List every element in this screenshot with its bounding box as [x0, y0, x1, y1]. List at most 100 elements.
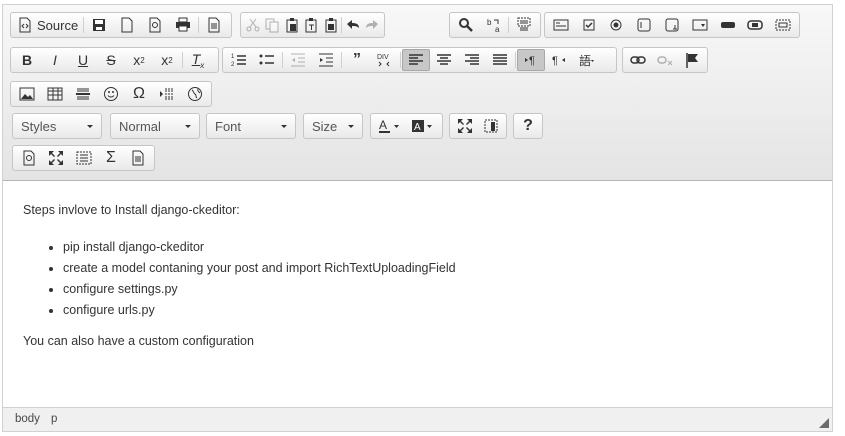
rtl-button[interactable]: ¶	[545, 49, 573, 71]
remove-format-button[interactable]: Tx	[184, 49, 212, 71]
checkbox-icon	[583, 19, 595, 31]
separator	[282, 52, 283, 68]
maximize-button-2[interactable]	[42, 147, 69, 169]
path-p[interactable]: p	[51, 413, 57, 425]
paste-text-button[interactable]	[301, 14, 320, 36]
unlink-button[interactable]	[652, 49, 679, 71]
svg-text:¶: ¶	[552, 55, 558, 67]
print-button[interactable]	[169, 14, 197, 36]
help-group: ?	[513, 113, 543, 139]
svg-text:2: 2	[231, 62, 235, 68]
iframe-button[interactable]	[181, 83, 209, 105]
image-button-button[interactable]	[741, 14, 769, 36]
table-button[interactable]	[41, 83, 69, 105]
text-field-button[interactable]	[630, 14, 658, 36]
code-snippet-button[interactable]	[70, 147, 97, 169]
align-left-button[interactable]	[402, 49, 430, 71]
button-button[interactable]	[714, 14, 742, 36]
numbered-list-button[interactable]: 12	[225, 49, 253, 71]
page-break-icon	[160, 88, 174, 100]
document-icon	[132, 150, 144, 166]
image-button[interactable]	[13, 83, 41, 105]
size-dropdown[interactable]: Size	[303, 113, 363, 139]
bold-button[interactable]: B	[13, 49, 41, 71]
separator	[182, 52, 183, 68]
cut-button[interactable]	[243, 14, 262, 36]
chevron-down-icon	[348, 124, 354, 128]
anchor-button[interactable]	[678, 49, 705, 71]
smiley-button[interactable]	[97, 83, 125, 105]
outdent-button[interactable]	[284, 49, 312, 71]
smiley-icon	[104, 87, 118, 101]
save-button[interactable]	[85, 14, 113, 36]
copy-button[interactable]	[262, 14, 281, 36]
undo-button[interactable]	[343, 14, 362, 36]
source-button[interactable]: Source	[13, 14, 82, 36]
paste-word-button[interactable]	[321, 14, 340, 36]
preview-button[interactable]	[141, 14, 169, 36]
subscript-button[interactable]: x2	[125, 49, 153, 71]
intro-paragraph: Steps invlove to Install django-ckeditor…	[23, 203, 240, 217]
hidden-field-button[interactable]	[769, 14, 797, 36]
textarea-button[interactable]	[658, 14, 686, 36]
steps-list: pip install django-ckeditor create a mod…	[63, 237, 456, 321]
special-char-button[interactable]: Ω	[125, 83, 153, 105]
checkbox-button[interactable]	[575, 14, 603, 36]
new-page-button[interactable]	[113, 14, 141, 36]
underline-button[interactable]: U	[69, 49, 97, 71]
form-button[interactable]	[547, 14, 575, 36]
background-color-icon: A	[412, 120, 433, 133]
separator	[508, 17, 510, 33]
justify-button[interactable]	[486, 49, 514, 71]
align-right-button[interactable]	[458, 49, 486, 71]
redo-button[interactable]	[363, 14, 382, 36]
justify-icon	[493, 54, 507, 65]
language-button[interactable]: 語	[573, 49, 601, 71]
select-button[interactable]	[686, 14, 714, 36]
show-blocks-button[interactable]	[478, 115, 504, 137]
path-body[interactable]: body	[15, 413, 40, 425]
div-container-button[interactable]: DIV	[371, 49, 399, 71]
text-color-button[interactable]: A	[373, 115, 407, 137]
indent-button[interactable]	[312, 49, 340, 71]
horizontal-line-button[interactable]	[69, 83, 97, 105]
preview-button-2[interactable]	[15, 147, 42, 169]
blockquote-button[interactable]: ”	[343, 49, 371, 71]
source-label: Source	[37, 17, 79, 33]
strike-button[interactable]: S	[97, 49, 125, 71]
help-label: ?	[523, 117, 533, 134]
background-color-button[interactable]: A	[407, 115, 441, 137]
replace-button[interactable]: ba	[480, 14, 508, 36]
link-button[interactable]	[625, 49, 652, 71]
resize-handle-icon[interactable]	[819, 418, 829, 428]
math-button[interactable]: Σ	[97, 147, 124, 169]
document-button[interactable]	[125, 147, 152, 169]
indent-icon	[319, 53, 333, 67]
italic-button[interactable]: I	[41, 49, 69, 71]
maximize-button[interactable]	[452, 115, 478, 137]
scissors-icon	[246, 18, 260, 32]
radio-button[interactable]	[603, 14, 631, 36]
templates-button[interactable]	[200, 14, 228, 36]
font-dropdown[interactable]: Font	[206, 113, 296, 139]
editor-content[interactable]: Steps invlove to Install django-ckeditor…	[3, 181, 832, 407]
replace-icon: ba	[487, 18, 500, 33]
help-button[interactable]: ?	[516, 115, 540, 137]
editor-toolbar: Source ba B I U S x 2 x 2 Tx 1 2 ” DIV ¶…	[3, 5, 832, 181]
align-center-button[interactable]	[430, 49, 458, 71]
select-icon	[692, 19, 708, 31]
paste-button[interactable]	[282, 14, 301, 36]
page-break-button[interactable]	[153, 83, 181, 105]
styles-dropdown[interactable]: Styles	[12, 113, 102, 139]
redo-icon	[366, 20, 379, 29]
format-dropdown[interactable]: Normal	[110, 113, 200, 139]
find-button[interactable]	[452, 14, 480, 36]
bulleted-list-button[interactable]	[253, 49, 281, 71]
select-all-button[interactable]	[510, 14, 538, 36]
button-icon	[720, 22, 735, 28]
source-icon	[19, 17, 31, 33]
superscript-button[interactable]: x2	[153, 49, 181, 71]
ltr-button[interactable]: ¶	[517, 49, 545, 71]
svg-text:A: A	[379, 118, 387, 132]
svg-text:DIV: DIV	[377, 54, 389, 61]
